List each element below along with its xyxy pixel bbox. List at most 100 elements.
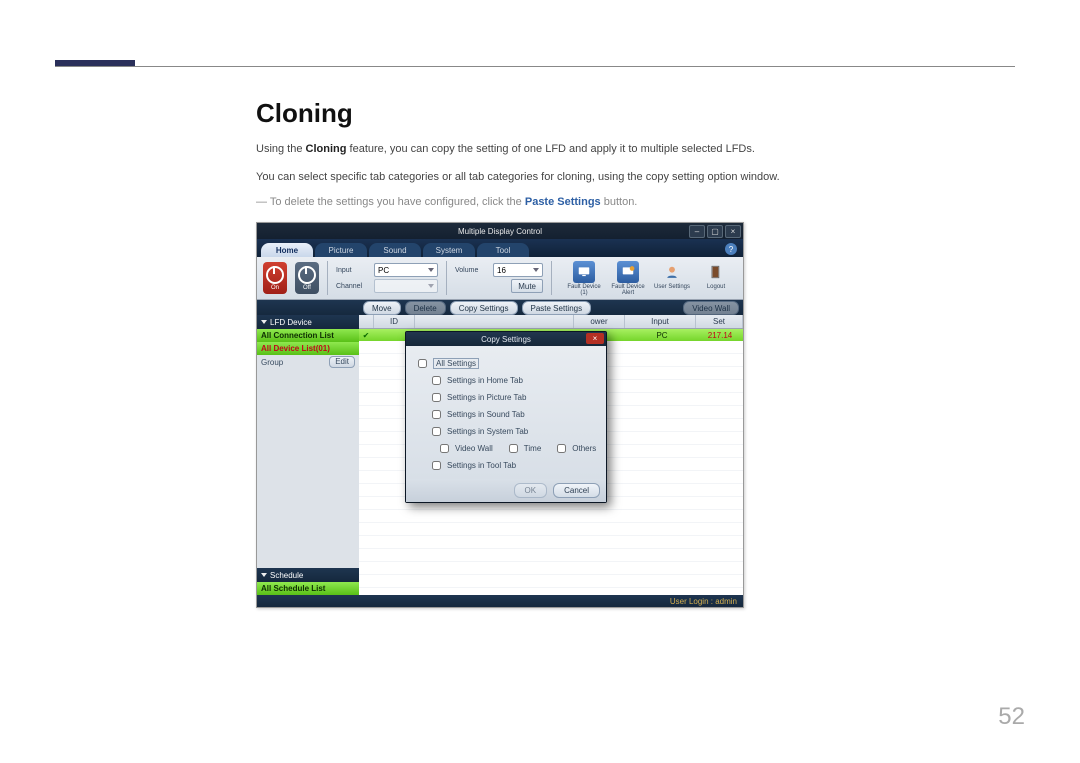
- all-connection-list[interactable]: All Connection List: [257, 329, 359, 342]
- icon-label: Fault Device Alert: [607, 284, 649, 296]
- tab-home[interactable]: Home: [261, 243, 313, 257]
- col-input: Input: [625, 315, 696, 328]
- label: All Settings: [433, 358, 479, 369]
- all-schedule-list[interactable]: All Schedule List: [257, 582, 359, 595]
- opt-picture-tab[interactable]: Settings in Picture Tab: [428, 390, 598, 405]
- input-combo[interactable]: PC: [374, 263, 438, 277]
- checkbox[interactable]: [432, 461, 441, 470]
- note: ― To delete the settings you have config…: [256, 196, 1016, 208]
- page-number: 52: [998, 703, 1025, 731]
- row-set: 217.14: [697, 331, 743, 340]
- checkbox[interactable]: [509, 444, 518, 453]
- logout-icon[interactable]: Logout: [695, 261, 737, 296]
- close-button[interactable]: ×: [725, 225, 741, 238]
- chevron-down-icon: [261, 573, 267, 577]
- minimize-button[interactable]: –: [689, 225, 705, 238]
- ok-button: OK: [514, 483, 548, 498]
- dialog-actions: OK Cancel: [406, 479, 606, 502]
- opt-others[interactable]: Others: [553, 441, 596, 456]
- maximize-button[interactable]: ▢: [707, 225, 723, 238]
- window-titlebar: Multiple Display Control – ▢ ×: [257, 223, 743, 239]
- help-icon[interactable]: ?: [725, 243, 737, 255]
- text: feature, you can copy the setting of one…: [346, 143, 754, 155]
- checkbox[interactable]: [557, 444, 566, 453]
- close-icon[interactable]: ×: [586, 333, 604, 344]
- label: Video Wall: [455, 444, 493, 453]
- paragraph-2: You can select specific tab categories o…: [256, 169, 1016, 186]
- checkbox[interactable]: [432, 410, 441, 419]
- volume-combo[interactable]: 16: [493, 263, 543, 277]
- opt-sound-tab[interactable]: Settings in Sound Tab: [428, 407, 598, 422]
- checkbox[interactable]: [440, 444, 449, 453]
- label: LFD Device: [270, 318, 312, 327]
- all-device-list[interactable]: All Device List(01): [257, 342, 359, 355]
- fault-device-alert-icon[interactable]: Fault Device Alert: [607, 261, 649, 296]
- checkbox[interactable]: [432, 393, 441, 402]
- user-settings-icon[interactable]: User Settings: [651, 261, 693, 296]
- mute-button[interactable]: Mute: [511, 279, 543, 293]
- doc-content: Cloning Using the Cloning feature, you c…: [256, 98, 1016, 608]
- opt-tool-tab[interactable]: Settings in Tool Tab: [428, 458, 598, 473]
- volume-label: Volume: [455, 267, 489, 274]
- window-title: Multiple Display Control: [458, 227, 542, 236]
- separator: [551, 261, 552, 295]
- label: Time: [524, 444, 541, 453]
- icon-label: User Settings: [654, 284, 690, 290]
- text: button.: [601, 196, 638, 208]
- sidebar: LFD Device All Connection List All Devic…: [257, 315, 360, 595]
- volume-fields: Volume 16 Mute: [455, 263, 543, 293]
- channel-label: Channel: [336, 283, 370, 290]
- monitor-alert-icon: [617, 261, 639, 283]
- opt-home-tab[interactable]: Settings in Home Tab: [428, 373, 598, 388]
- chevron-down-icon: [261, 320, 267, 324]
- status-text: User Login : admin: [670, 597, 737, 606]
- checkbox[interactable]: [418, 359, 427, 368]
- video-wall-button: Video Wall: [683, 301, 739, 315]
- header-rule: [55, 66, 1015, 67]
- checkbox[interactable]: [432, 427, 441, 436]
- tab-system[interactable]: System: [423, 243, 475, 257]
- tab-tool[interactable]: Tool: [477, 243, 529, 257]
- lfd-device-header[interactable]: LFD Device: [257, 315, 359, 329]
- move-button[interactable]: Move: [363, 301, 401, 315]
- input-fields: Input PC Channel: [336, 263, 438, 293]
- action-toolbar: Move Delete Copy Settings Paste Settings…: [257, 300, 743, 316]
- opt-system-tab[interactable]: Settings in System Tab: [428, 424, 598, 439]
- opt-time[interactable]: Time: [505, 441, 541, 456]
- row-input: PC: [627, 331, 697, 340]
- section-heading: Cloning: [256, 98, 1016, 129]
- col-id: ID: [374, 315, 415, 328]
- text: ― To delete the settings you have config…: [256, 196, 525, 208]
- dialog-title: Copy Settings: [481, 335, 531, 344]
- copy-settings-dialog: Copy Settings × All Settings Settings in…: [405, 331, 607, 503]
- group-row: Group Edit: [257, 355, 359, 369]
- fault-device-icon[interactable]: Fault Device (1): [563, 261, 605, 296]
- paste-settings-button[interactable]: Paste Settings: [522, 301, 592, 315]
- col-power: ower: [574, 315, 625, 328]
- grid-header: ID ower Input Set: [359, 315, 743, 329]
- copy-settings-button[interactable]: Copy Settings: [450, 301, 518, 315]
- power-icon: [298, 266, 316, 284]
- chevron-down-icon: [428, 284, 434, 288]
- power-on-button[interactable]: On: [263, 262, 287, 294]
- monitor-icon: [573, 261, 595, 283]
- label: Settings in Sound Tab: [447, 410, 525, 419]
- cancel-button[interactable]: Cancel: [553, 483, 600, 498]
- door-icon: [705, 261, 727, 283]
- checkbox[interactable]: [432, 376, 441, 385]
- schedule-header[interactable]: Schedule: [257, 568, 359, 582]
- icon-label: Fault Device (1): [563, 284, 605, 296]
- checkmark-icon: ✔: [359, 331, 373, 340]
- label: Settings in Home Tab: [447, 376, 523, 385]
- separator: [327, 261, 328, 295]
- label: Settings in Tool Tab: [447, 461, 516, 470]
- tab-sound[interactable]: Sound: [369, 243, 421, 257]
- edit-button[interactable]: Edit: [329, 356, 355, 368]
- chevron-down-icon: [533, 268, 539, 272]
- tab-picture[interactable]: Picture: [315, 243, 367, 257]
- power-off-button[interactable]: Off: [295, 262, 319, 294]
- opt-video-wall[interactable]: Video Wall: [436, 441, 493, 456]
- opt-all-settings[interactable]: All Settings: [414, 356, 598, 371]
- window-buttons: – ▢ ×: [689, 225, 741, 238]
- user-icon: [661, 261, 683, 283]
